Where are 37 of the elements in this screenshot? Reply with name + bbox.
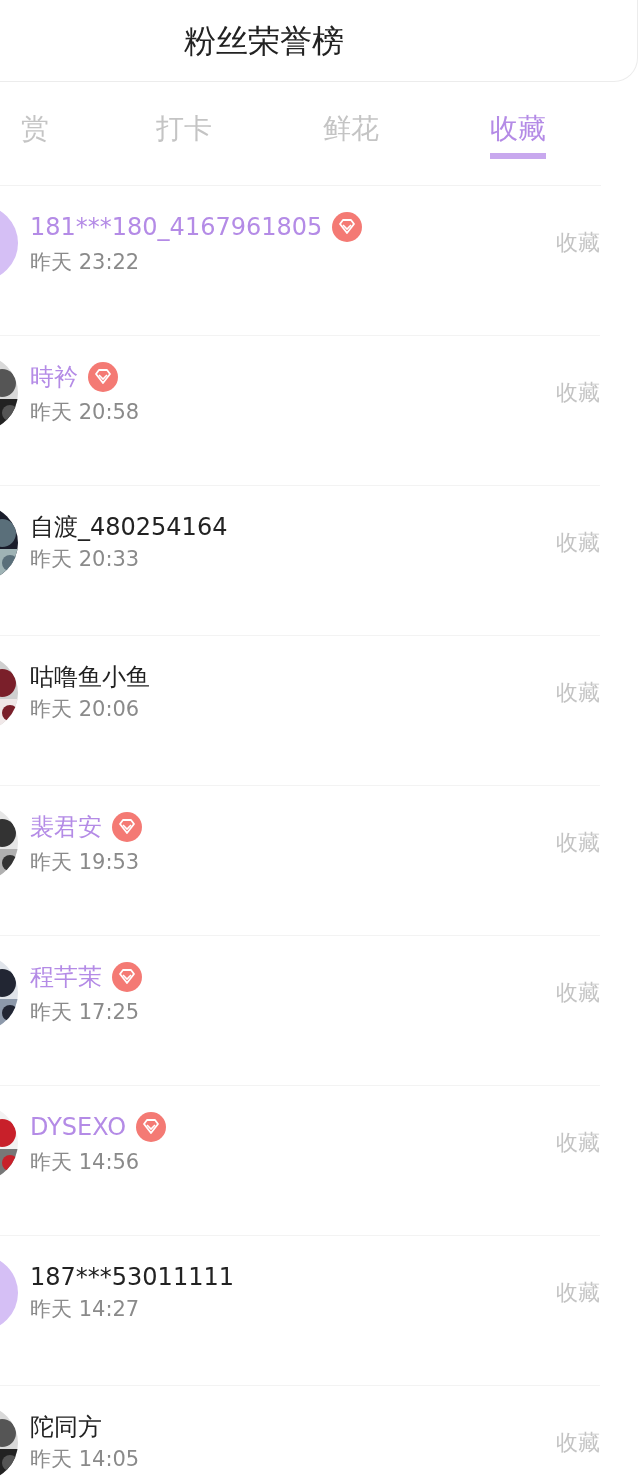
- tab[interactable]: 赏: [0, 82, 100, 185]
- diamond-badge-icon: [112, 962, 142, 992]
- action-label: 收藏: [556, 229, 600, 257]
- user-name: 181***180_4167961805: [30, 215, 323, 239]
- user-name: 187***53011111: [30, 1265, 234, 1289]
- timestamp: 昨天 23:22: [30, 252, 141, 273]
- timestamp: 昨天 14:05: [30, 1449, 141, 1470]
- action-label: 收藏: [556, 679, 600, 707]
- tab[interactable]: 收藏: [434, 82, 601, 185]
- user-name: 程芊茉: [30, 965, 102, 989]
- user-name: 咕噜鱼小鱼: [30, 665, 150, 689]
- tab[interactable]: 鲜花: [267, 82, 434, 185]
- diamond-badge-icon: [112, 812, 142, 842]
- user-name: 時衿: [30, 365, 78, 389]
- user-name: 陀同方: [30, 1415, 102, 1439]
- diamond-badge-icon: [88, 362, 118, 392]
- timestamp: 昨天 14:27: [30, 1299, 141, 1320]
- action-label: 收藏: [556, 829, 600, 857]
- diamond-badge-icon: [332, 212, 363, 242]
- timestamp: 昨天 20:06: [30, 699, 141, 720]
- action-label: 收藏: [556, 379, 600, 407]
- timestamp: 昨天 17:25: [30, 1002, 141, 1023]
- user-name: 自渡_480254164: [30, 515, 228, 539]
- action-label: 收藏: [556, 1429, 600, 1457]
- diamond-badge-icon: [136, 1112, 167, 1142]
- timestamp: 昨天 14:56: [30, 1152, 141, 1173]
- tab[interactable]: 打卡: [100, 82, 267, 185]
- timestamp: 昨天 19:53: [30, 852, 141, 873]
- action-label: 收藏: [556, 1279, 600, 1307]
- action-label: 收藏: [556, 529, 600, 557]
- user-name: 裴君安: [30, 815, 102, 839]
- timestamp: 昨天 20:58: [30, 402, 141, 423]
- action-label: 收藏: [556, 1129, 600, 1157]
- page-title: 粉丝荣誉榜: [183, 20, 344, 62]
- action-label: 收藏: [556, 979, 600, 1007]
- user-name: DYSEXO: [30, 1115, 127, 1139]
- timestamp: 昨天 20:33: [30, 549, 141, 570]
